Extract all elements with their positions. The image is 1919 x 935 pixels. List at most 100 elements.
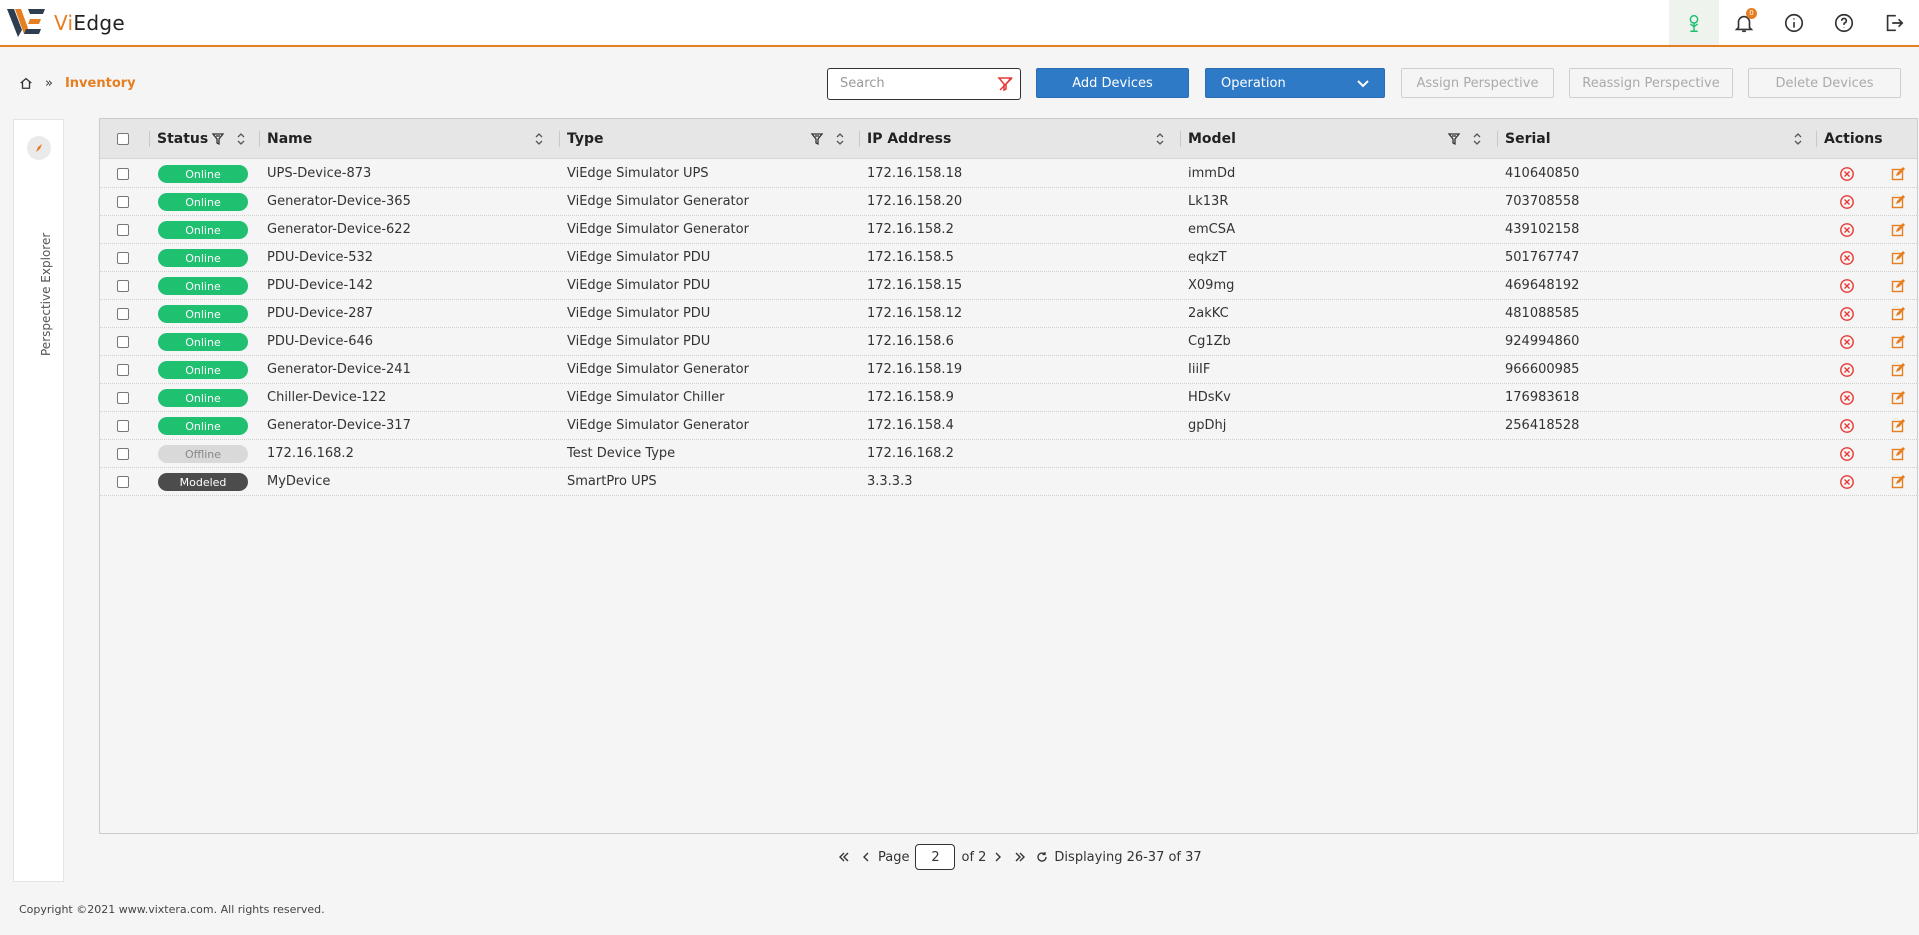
logout-button[interactable] [1869, 0, 1919, 45]
status-badge: Online [158, 277, 248, 295]
name-sort-icon[interactable] [532, 132, 546, 146]
assign-perspective-button[interactable]: Assign Perspective [1401, 68, 1554, 98]
delete-icon[interactable] [1839, 306, 1855, 322]
select-all-checkbox[interactable] [117, 133, 129, 145]
delete-icon[interactable] [1839, 474, 1855, 490]
table-row[interactable]: Online Generator-Device-317 ViEdge Simulat… [100, 412, 1917, 440]
cell-serial: 176983618 [1505, 390, 1580, 405]
row-checkbox[interactable] [117, 308, 129, 320]
edit-icon[interactable] [1890, 194, 1906, 210]
type-sort-icon[interactable] [833, 132, 847, 146]
row-checkbox[interactable] [117, 392, 129, 404]
table-row[interactable]: Online PDU-Device-287 ViEdge Simulator PDU… [100, 300, 1917, 328]
compass-button[interactable] [27, 136, 51, 160]
operation-dropdown[interactable]: Operation [1205, 68, 1385, 98]
table-row[interactable]: Online PDU-Device-142 ViEdge Simulator PDU… [100, 272, 1917, 300]
last-page-icon[interactable] [1014, 851, 1026, 863]
edit-icon[interactable] [1890, 446, 1906, 462]
edit-icon[interactable] [1890, 362, 1906, 378]
edit-icon[interactable] [1890, 222, 1906, 238]
table-row[interactable]: Online PDU-Device-646 ViEdge Simulator PDU… [100, 328, 1917, 356]
delete-icon[interactable] [1839, 334, 1855, 350]
perspective-explorer-panel[interactable]: Perspective Explorer [13, 119, 64, 882]
table-row[interactable]: Online Generator-Device-622 ViEdge Simulat… [100, 216, 1917, 244]
row-checkbox[interactable] [117, 168, 129, 180]
row-checkbox[interactable] [117, 476, 129, 488]
edit-icon[interactable] [1890, 334, 1906, 350]
edit-icon[interactable] [1890, 418, 1906, 434]
breadcrumb: » Inventory [19, 73, 136, 93]
model-filter-icon[interactable] [1447, 132, 1461, 146]
row-checkbox[interactable] [117, 448, 129, 460]
edit-icon[interactable] [1890, 250, 1906, 266]
page-number-input[interactable] [915, 844, 956, 870]
tree-button[interactable] [1669, 0, 1719, 45]
table-row[interactable]: Modeled MyDevice SmartPro UPS 3.3.3.3 [100, 468, 1917, 496]
row-checkbox[interactable] [117, 224, 129, 236]
help-button[interactable] [1819, 0, 1869, 45]
edit-icon[interactable] [1890, 306, 1906, 322]
breadcrumb-current[interactable]: Inventory [65, 76, 136, 91]
delete-icon[interactable] [1839, 390, 1855, 406]
cell-serial: 501767747 [1505, 250, 1580, 265]
reassign-perspective-button[interactable]: Reassign Perspective [1569, 68, 1733, 98]
viedge-logo[interactable]: ViEdge [6, 6, 125, 40]
table-row[interactable]: Online PDU-Device-532 ViEdge Simulator PDU… [100, 244, 1917, 272]
status-sort-icon[interactable] [234, 132, 248, 146]
prev-page-icon[interactable] [860, 851, 872, 863]
edit-icon[interactable] [1890, 390, 1906, 406]
edit-icon[interactable] [1890, 474, 1906, 490]
row-checkbox[interactable] [117, 364, 129, 376]
search-input[interactable] [828, 69, 988, 98]
table-row[interactable]: Online Chiller-Device-122 ViEdge Simulator… [100, 384, 1917, 412]
delete-icon[interactable] [1839, 418, 1855, 434]
row-checkbox[interactable] [117, 280, 129, 292]
chevron-down-icon [1357, 80, 1369, 88]
table-row[interactable]: Offline 172.16.168.2 Test Device Type 172.1… [100, 440, 1917, 468]
delete-icon[interactable] [1839, 194, 1855, 210]
row-checkbox[interactable] [117, 336, 129, 348]
edit-icon[interactable] [1890, 166, 1906, 182]
home-link[interactable] [19, 76, 33, 90]
model-sort-icon[interactable] [1470, 132, 1484, 146]
row-checkbox[interactable] [117, 252, 129, 264]
edit-icon[interactable] [1890, 278, 1906, 294]
row-checkbox[interactable] [117, 420, 129, 432]
delete-icon[interactable] [1839, 362, 1855, 378]
table-row[interactable]: Online UPS-Device-873 ViEdge Simulator UPS… [100, 160, 1917, 188]
cell-model: eqkzT [1188, 250, 1227, 265]
delete-icon[interactable] [1839, 278, 1855, 294]
cell-serial: 924994860 [1505, 334, 1580, 349]
cell-ip: 172.16.158.4 [867, 418, 954, 433]
cell-name: Generator-Device-365 [267, 194, 411, 209]
cell-ip: 172.16.158.15 [867, 278, 963, 293]
serial-sort-icon[interactable] [1791, 132, 1805, 146]
next-page-icon[interactable] [992, 851, 1004, 863]
first-page-icon[interactable] [838, 851, 850, 863]
cell-ip: 172.16.168.2 [867, 446, 954, 461]
cell-ip: 172.16.158.19 [867, 362, 963, 377]
ip-sort-icon[interactable] [1153, 132, 1167, 146]
cell-model: IiiIF [1188, 362, 1211, 377]
type-filter-icon[interactable] [810, 132, 824, 146]
cell-type: ViEdge Simulator UPS [567, 166, 709, 181]
cell-name: PDU-Device-287 [267, 306, 374, 321]
cell-type: ViEdge Simulator Generator [567, 194, 749, 209]
cell-model: HDsKv [1188, 390, 1231, 405]
status-filter-icon[interactable] [211, 132, 225, 146]
delete-devices-button[interactable]: Delete Devices [1748, 68, 1901, 98]
cell-ip: 172.16.158.6 [867, 334, 954, 349]
notification-count-badge: 0 [1746, 8, 1757, 19]
row-checkbox[interactable] [117, 196, 129, 208]
delete-icon[interactable] [1839, 222, 1855, 238]
add-devices-button[interactable]: Add Devices [1036, 68, 1189, 98]
delete-icon[interactable] [1839, 250, 1855, 266]
refresh-icon[interactable] [1036, 851, 1048, 863]
table-row[interactable]: Online Generator-Device-241 ViEdge Simulat… [100, 356, 1917, 384]
table-row[interactable]: Online Generator-Device-365 ViEdge Simulat… [100, 188, 1917, 216]
delete-icon[interactable] [1839, 446, 1855, 462]
notifications-button[interactable]: 0 [1719, 0, 1769, 45]
info-button[interactable] [1769, 0, 1819, 45]
delete-icon[interactable] [1839, 166, 1855, 182]
clear-filter-icon[interactable] [997, 75, 1015, 93]
